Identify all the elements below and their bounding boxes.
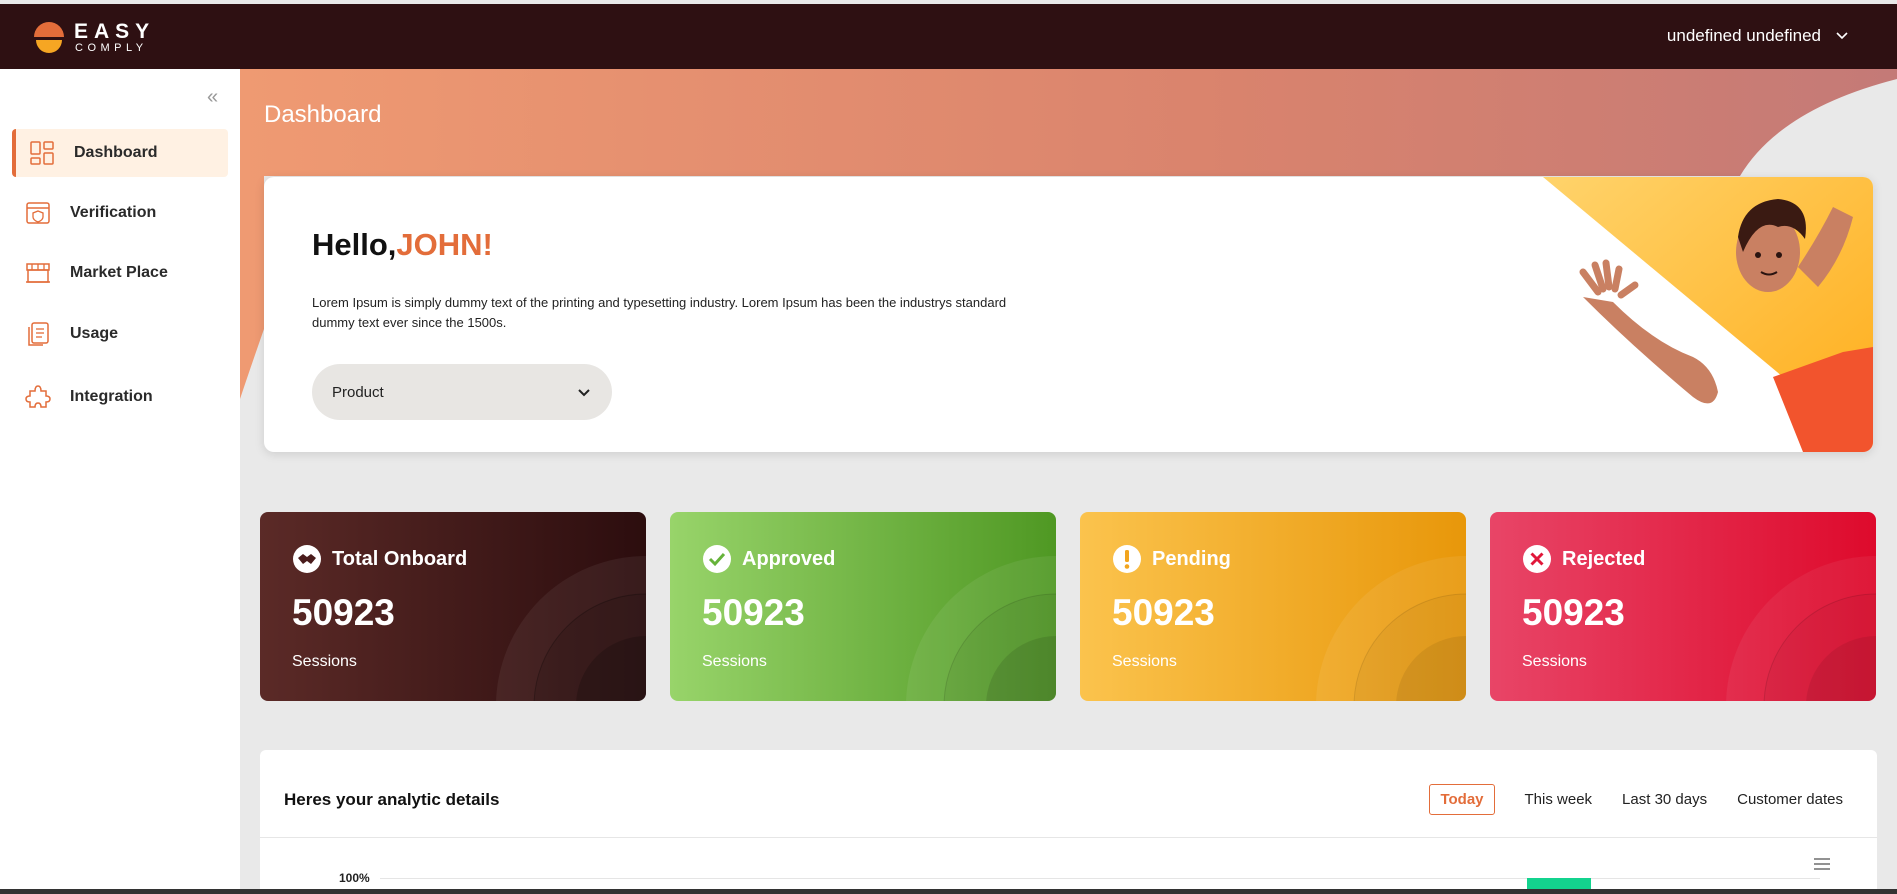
sidebar-item-verification[interactable]: Verification xyxy=(12,189,228,237)
sidebar-item-integration[interactable]: Integration xyxy=(12,373,228,421)
card-decoration xyxy=(496,556,646,701)
stat-title: Total Onboard xyxy=(332,547,468,570)
handshake-icon xyxy=(293,545,321,573)
tab-customer-dates[interactable]: Customer dates xyxy=(1737,785,1843,814)
stat-card-rejected[interactable]: Rejected 50923 Sessions xyxy=(1490,512,1876,701)
stat-card-approved[interactable]: Approved 50923 Sessions xyxy=(670,512,1056,701)
stat-value: 50923 xyxy=(1112,592,1215,633)
welcome-card: Hello,JOHN! Lorem Ipsum is simply dummy … xyxy=(264,177,1873,452)
stat-card-header: Total Onboard xyxy=(292,544,467,574)
stat-title: Approved xyxy=(742,547,836,570)
chart-gridline xyxy=(380,878,1820,879)
stat-title: Pending xyxy=(1152,547,1231,570)
check-circle-icon xyxy=(703,545,731,573)
welcome-description: Lorem Ipsum is simply dummy text of the … xyxy=(312,295,1007,330)
sidebar-item-label: Verification xyxy=(70,204,157,221)
user-first-name: JOHN! xyxy=(396,227,493,262)
waving-person-illustration xyxy=(1543,177,1873,452)
stat-card-total-onboard[interactable]: Total Onboard 50923 Sessions xyxy=(260,512,646,701)
window-bottom-edge xyxy=(0,889,1897,894)
sidebar-item-market-place[interactable]: Market Place xyxy=(12,249,228,297)
stat-card-pending[interactable]: Pending 50923 Sessions xyxy=(1080,512,1466,701)
puzzle-icon xyxy=(25,385,51,408)
panel-divider xyxy=(260,837,1877,838)
card-decoration xyxy=(1316,556,1466,701)
chevron-down-icon xyxy=(578,389,590,397)
user-menu[interactable]: undefined undefined xyxy=(1667,26,1849,46)
card-decoration xyxy=(1726,556,1876,701)
chevron-down-icon xyxy=(1836,32,1848,40)
sidebar-item-usage[interactable]: Usage xyxy=(12,310,228,358)
sidebar-item-label: Dashboard xyxy=(74,144,158,161)
card-decoration xyxy=(906,556,1056,701)
storefront-icon xyxy=(26,263,50,283)
stat-card-header: Rejected xyxy=(1522,544,1645,574)
close-circle-icon xyxy=(1523,545,1551,573)
app-root: EASY COMPLY undefined undefined « Dashbo… xyxy=(0,0,1897,894)
sidebar-item-dashboard[interactable]: Dashboard xyxy=(12,129,228,177)
document-stack-icon xyxy=(28,322,49,346)
stat-value: 50923 xyxy=(1522,592,1625,633)
stat-value: 50923 xyxy=(292,592,395,633)
exclamation-circle-icon xyxy=(1113,545,1141,573)
tab-this-week[interactable]: This week xyxy=(1525,785,1593,814)
top-bar: EASY COMPLY undefined undefined xyxy=(0,4,1897,69)
page-title: Dashboard xyxy=(264,101,382,128)
dashboard-grid-icon xyxy=(30,141,54,165)
analytics-title: Heres your analytic details xyxy=(284,790,500,809)
sidebar-item-label: Integration xyxy=(70,388,153,405)
date-range-tabs: Today This week Last 30 days Customer da… xyxy=(1429,784,1843,815)
logo-sun-icon xyxy=(34,22,64,53)
chart-menu-icon[interactable] xyxy=(1813,857,1831,871)
verification-shield-icon xyxy=(26,202,50,224)
easy-comply-logo[interactable]: EASY COMPLY xyxy=(32,18,162,54)
stat-value: 50923 xyxy=(702,592,805,633)
analytics-panel: Heres your analytic details Today This w… xyxy=(260,750,1877,894)
stat-label: Sessions xyxy=(702,653,767,670)
product-select-value: Product xyxy=(332,383,384,401)
stat-title: Rejected xyxy=(1562,547,1646,570)
sidebar: « Dashboard Verification Market Place Us… xyxy=(0,69,240,894)
stat-label: Sessions xyxy=(1522,653,1587,670)
greeting-text: Hello, xyxy=(312,227,397,262)
collapse-sidebar-icon[interactable]: « xyxy=(207,87,229,107)
logo-text-easy: EASY xyxy=(74,20,156,43)
tab-last-30-days[interactable]: Last 30 days xyxy=(1622,785,1707,814)
tab-today[interactable]: Today xyxy=(1429,784,1495,815)
main-content: Dashboard Hello,JOHN! Lorem Ipsum is sim… xyxy=(240,69,1897,894)
logo-text-comply: COMPLY xyxy=(75,42,148,54)
stat-label: Sessions xyxy=(292,653,357,670)
user-name: undefined undefined xyxy=(1666,26,1821,45)
sidebar-item-label: Market Place xyxy=(70,264,168,281)
product-select[interactable]: Product xyxy=(312,364,612,420)
sidebar-item-label: Usage xyxy=(70,325,119,342)
stat-card-header: Approved xyxy=(702,544,835,574)
y-axis-top-label: 100% xyxy=(339,871,370,885)
stat-card-header: Pending xyxy=(1112,544,1231,574)
welcome-greeting: Hello,JOHN! xyxy=(312,227,493,263)
stat-label: Sessions xyxy=(1112,653,1177,670)
